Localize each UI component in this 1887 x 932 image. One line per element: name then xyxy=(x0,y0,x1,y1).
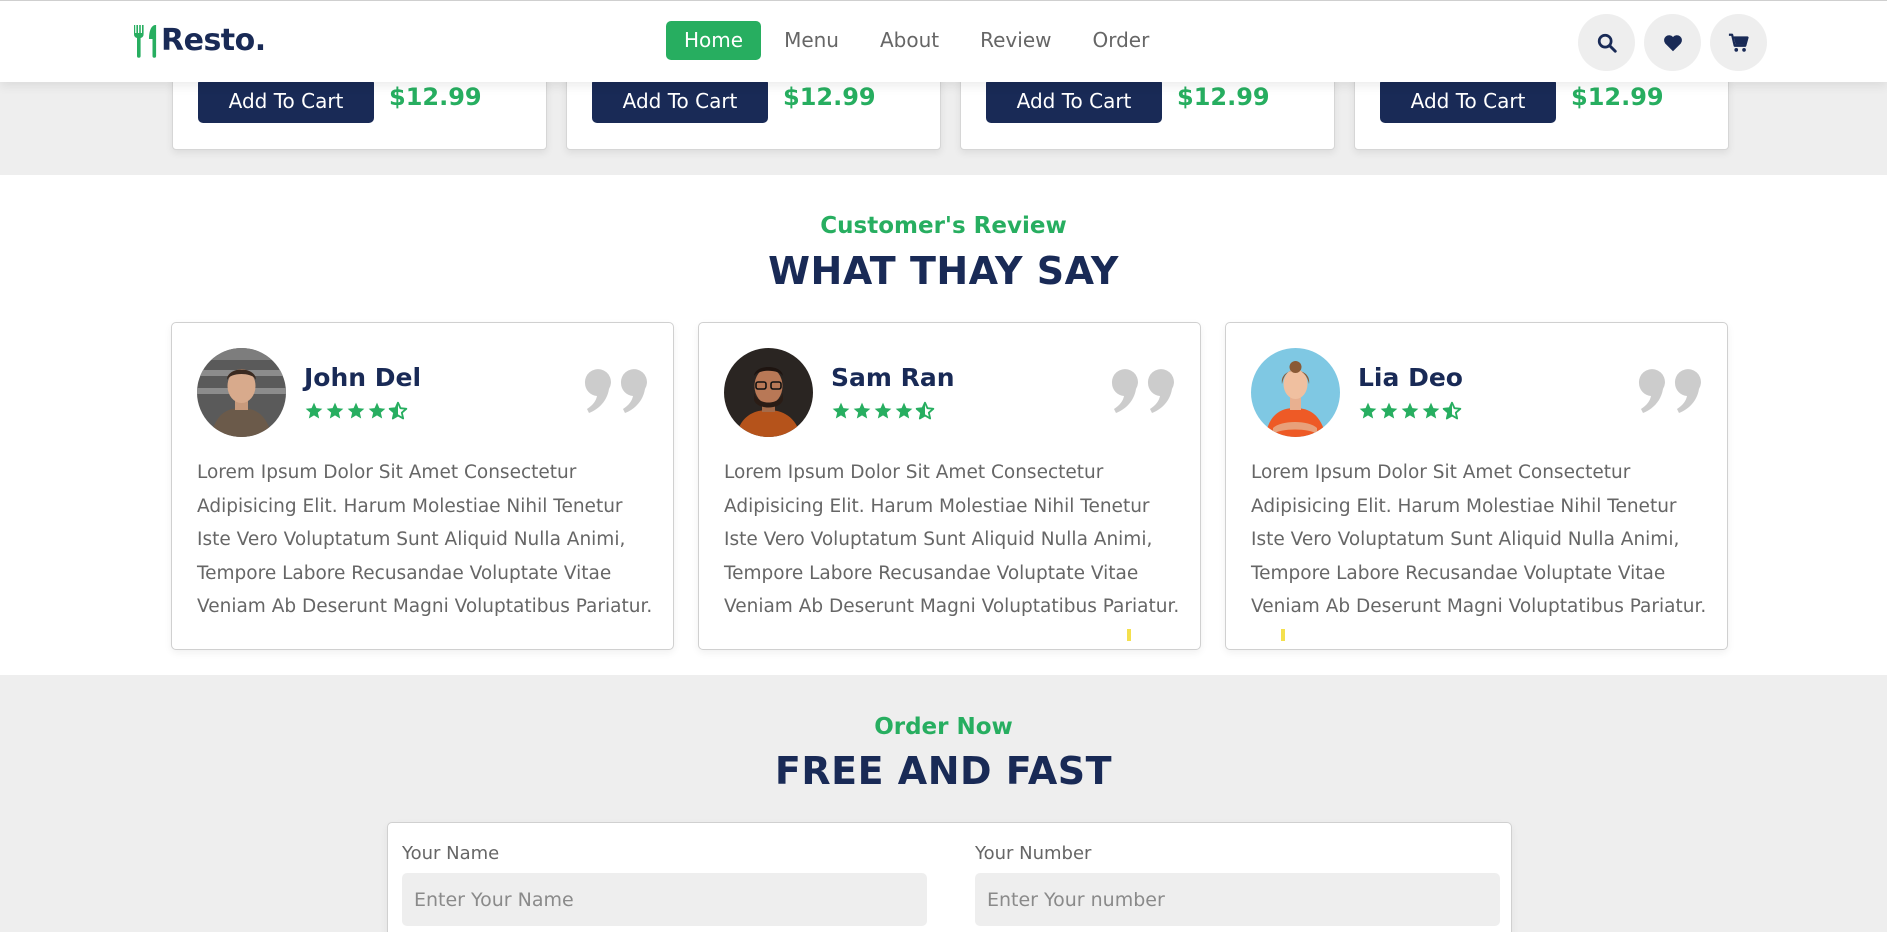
wishlist-button[interactable] xyxy=(1644,14,1701,71)
nav-review[interactable]: Review xyxy=(962,21,1069,60)
star-rating xyxy=(831,401,936,421)
star-half-icon xyxy=(915,401,935,420)
review-text: Lorem Ipsum Dolor Sit Amet Consectetur A… xyxy=(724,462,1180,618)
order-section: Order Now FREE AND FAST Your Name Your N… xyxy=(0,675,1887,932)
avatar xyxy=(197,348,286,437)
search-button[interactable] xyxy=(1578,14,1635,71)
dish-price: $12.99 xyxy=(1571,83,1664,111)
star-icon xyxy=(895,402,913,419)
utensils-icon xyxy=(133,24,157,58)
dish-price: $12.99 xyxy=(1177,83,1270,111)
star-icon xyxy=(305,402,323,419)
quote-icon xyxy=(1637,361,1705,417)
heart-icon xyxy=(1663,34,1682,51)
search-icon xyxy=(1597,33,1617,53)
text-cursor-marker xyxy=(1281,629,1285,641)
review-section: Customer's Review WHAT THAY SAY John Del xyxy=(0,175,1887,675)
star-rating xyxy=(304,401,409,421)
add-to-cart-button[interactable]: Add To Cart xyxy=(592,78,768,123)
number-input[interactable] xyxy=(975,873,1500,926)
number-field-label: Your Number xyxy=(975,843,1092,864)
order-form: Your Name Your Number xyxy=(387,822,1512,932)
reviewer-name: Sam Ran xyxy=(831,363,955,392)
star-half-icon xyxy=(388,401,408,420)
review-sub-heading: Customer's Review xyxy=(820,213,1067,239)
dish-price: $12.99 xyxy=(783,83,876,111)
reviewer-name: Lia Deo xyxy=(1358,363,1463,392)
order-sub-heading: Order Now xyxy=(874,714,1013,740)
star-icon xyxy=(1359,402,1377,419)
star-icon xyxy=(1422,402,1440,419)
logo[interactable]: Resto. xyxy=(131,23,266,58)
star-icon xyxy=(1401,402,1419,419)
order-heading: FREE AND FAST xyxy=(774,749,1113,793)
cart-icon xyxy=(1728,33,1749,52)
nav-order[interactable]: Order xyxy=(1074,21,1167,60)
main-nav: Home Menu About Review Order xyxy=(666,21,1172,60)
review-card: Lia Deo Lorem Ipsum Dolor Sit Amet Conse… xyxy=(1225,322,1728,650)
nav-home[interactable]: Home xyxy=(666,21,762,60)
add-to-cart-button[interactable]: Add To Cart xyxy=(198,78,374,123)
review-text: Lorem Ipsum Dolor Sit Amet Consectetur A… xyxy=(1251,462,1707,618)
quote-icon xyxy=(1110,361,1178,417)
star-icon xyxy=(853,402,871,419)
star-icon xyxy=(1380,402,1398,419)
nav-menu[interactable]: Menu xyxy=(766,21,857,60)
review-heading: WHAT THAY SAY xyxy=(768,249,1119,293)
review-card: John Del Lorem Ipsum Dolor Sit Amet Cons… xyxy=(171,322,674,650)
avatar xyxy=(724,348,813,437)
star-half-icon xyxy=(1442,401,1462,420)
header-icons xyxy=(1578,14,1776,71)
star-rating xyxy=(1358,401,1463,421)
dish-price: $12.99 xyxy=(389,83,482,111)
star-icon xyxy=(832,402,850,419)
review-text: Lorem Ipsum Dolor Sit Amet Consectetur A… xyxy=(197,462,653,618)
cart-button[interactable] xyxy=(1710,14,1767,71)
add-to-cart-button[interactable]: Add To Cart xyxy=(1380,78,1556,123)
review-card: Sam Ran Lorem Ipsum Dolor Sit Amet Conse… xyxy=(698,322,1201,650)
avatar xyxy=(1251,348,1340,437)
star-icon xyxy=(368,402,386,419)
name-field-label: Your Name xyxy=(402,843,500,864)
quote-icon xyxy=(583,361,651,417)
reviewer-name: John Del xyxy=(304,363,422,392)
star-icon xyxy=(347,402,365,419)
logo-text: Resto. xyxy=(161,23,266,58)
name-input[interactable] xyxy=(402,873,927,926)
text-cursor-marker xyxy=(1127,629,1131,641)
star-icon xyxy=(326,402,344,419)
nav-about[interactable]: About xyxy=(862,21,957,60)
add-to-cart-button[interactable]: Add To Cart xyxy=(986,78,1162,123)
site-header: Resto. Home Menu About Review Order xyxy=(0,1,1887,82)
star-icon xyxy=(874,402,892,419)
top-border xyxy=(0,0,1887,1)
